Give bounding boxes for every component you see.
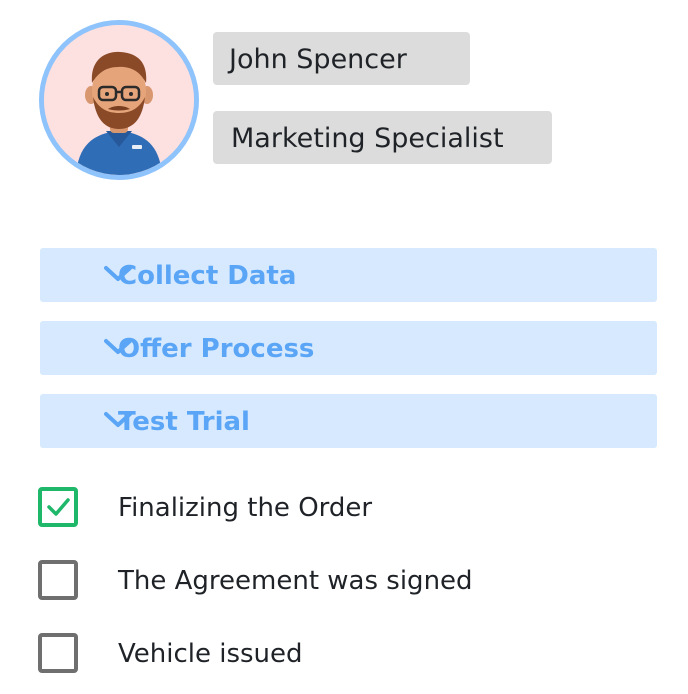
checkbox-checked[interactable] xyxy=(38,487,78,527)
checklist-item-agreement-signed[interactable]: The Agreement was signed xyxy=(38,560,658,602)
avatar xyxy=(39,20,199,180)
profile-role: Marketing Specialist xyxy=(213,111,552,164)
section-label: Offer Process xyxy=(118,334,315,364)
section-collect-data[interactable]: Collect Data xyxy=(40,248,657,302)
section-label: Collect Data xyxy=(118,261,297,291)
section-test-trial[interactable]: Test Trial xyxy=(40,394,657,448)
checkmark-icon xyxy=(47,498,70,516)
checklist-label: The Agreement was signed xyxy=(118,566,473,596)
checklist-label: Vehicle issued xyxy=(118,639,303,669)
checkbox-unchecked[interactable] xyxy=(38,633,78,673)
profile-name: John Spencer xyxy=(213,32,470,85)
section-offer-process[interactable]: Offer Process xyxy=(40,321,657,375)
avatar-illustration xyxy=(44,25,194,175)
section-label: Test Trial xyxy=(118,407,250,437)
checklist-item-finalizing-order[interactable]: Finalizing the Order xyxy=(38,487,658,529)
checklist-label: Finalizing the Order xyxy=(118,493,373,523)
checklist-item-vehicle-issued[interactable]: Vehicle issued xyxy=(38,633,658,675)
checkbox-unchecked[interactable] xyxy=(38,560,78,600)
